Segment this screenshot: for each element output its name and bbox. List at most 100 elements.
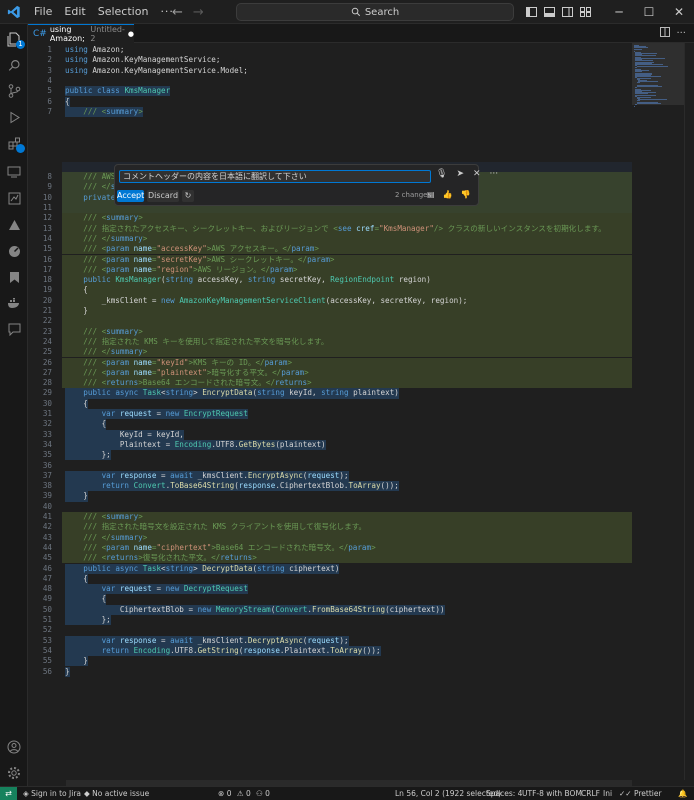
manage-gear-icon[interactable] <box>0 760 28 786</box>
menu-selection[interactable]: Selection <box>92 0 155 24</box>
code-line[interactable]: 31 var request = new EncryptRequest <box>28 409 632 420</box>
chat-more-icon[interactable]: ··· <box>490 169 499 179</box>
tab-untitled-2[interactable]: C# using Amazon; Untitled-2 ● <box>28 24 134 43</box>
split-editor-icon[interactable] <box>660 27 671 40</box>
send-icon[interactable]: ➤ <box>456 169 464 179</box>
code-line[interactable]: 47 { <box>28 573 632 585</box>
minimize-icon[interactable]: ─ <box>604 0 634 24</box>
toggle-secondary-sidebar-icon[interactable] <box>558 0 576 24</box>
command-center-search[interactable]: Search <box>236 3 514 21</box>
discard-button[interactable]: Discard <box>147 190 179 202</box>
notifications-bell-icon[interactable]: 🔔 <box>678 787 687 800</box>
code-line[interactable]: 21 } <box>28 306 632 316</box>
jira-issue[interactable]: ◆ No active issue <box>84 787 149 800</box>
code-line[interactable]: 29 public async Task<string> EncryptData… <box>28 388 632 399</box>
testing-icon[interactable] <box>0 185 28 211</box>
regenerate-icon[interactable]: ↻ <box>182 190 194 202</box>
code-editor[interactable]: 1 using Amazon; 2 using Amazon.KeyManagemen… <box>28 43 632 780</box>
explorer-icon[interactable]: 1 <box>0 26 28 52</box>
code-line[interactable]: 55 } <box>28 656 632 667</box>
close-window-icon[interactable]: ✕ <box>664 0 694 24</box>
code-line[interactable]: 51 }; <box>28 615 632 626</box>
code-line[interactable]: 39 } <box>28 491 632 502</box>
search-view-icon[interactable] <box>0 52 28 78</box>
code-line[interactable]: 2 using Amazon.KeyManagementService; <box>28 55 632 65</box>
code-line[interactable]: 4 <box>28 76 632 86</box>
inline-chat-input[interactable]: コメントヘッダーの内容を日本語に翻訳して下さい <box>119 170 431 183</box>
code-line[interactable]: 43 /// </summary> <box>28 533 632 543</box>
close-chat-icon[interactable]: ✕ <box>473 169 481 179</box>
vertical-scrollbar[interactable] <box>684 43 694 780</box>
accept-button[interactable]: Accept <box>117 190 144 202</box>
code-line[interactable]: 46 public async Task<string> DecryptData… <box>28 563 632 574</box>
code-line[interactable]: 3 using Amazon.KeyManagementService.Model… <box>28 66 632 76</box>
source-control-icon[interactable] <box>0 78 28 104</box>
microphone-icon[interactable]: 🎙 <box>436 169 447 179</box>
aws-toolkit-icon[interactable] <box>0 212 28 238</box>
menu-edit[interactable]: Edit <box>58 0 91 24</box>
code-line[interactable]: 24 /// 指定された KMS キーを使用して指定された平文を暗号化します。 <box>28 337 632 347</box>
unsaved-dot-icon[interactable]: ● <box>128 30 134 38</box>
toggle-panel-icon[interactable] <box>540 0 558 24</box>
prettier-status[interactable]: ✓✓ Prettier <box>619 787 662 800</box>
code-line[interactable]: 18 public KmsManager(string accessKey, s… <box>28 275 632 285</box>
code-line[interactable]: 38 return Convert.ToBase64String(respons… <box>28 481 632 492</box>
code-line[interactable]: 26 /// <param name="keyId">KMS キーの ID。</… <box>28 358 632 368</box>
code-line[interactable]: 44 /// <param name="ciphertext">Base64 エ… <box>28 543 632 553</box>
code-line[interactable]: 48 var request = new DecryptRequest <box>28 584 632 595</box>
code-line[interactable]: 28 /// <returns>Base64 エンコードされた暗号文。</ret… <box>28 378 632 388</box>
extensions-icon[interactable] <box>0 130 28 156</box>
code-line[interactable]: 14 /// </summary> <box>28 234 632 244</box>
code-line[interactable]: 56} <box>28 666 632 677</box>
code-line[interactable]: 30 { <box>28 398 632 409</box>
thumbs-down-icon[interactable]: 👎 <box>461 190 471 199</box>
problems-indicator[interactable]: ⊗ 0 ⚠ 0 <box>218 787 251 800</box>
remote-indicator-icon[interactable]: ⇄ <box>0 787 17 800</box>
code-line[interactable]: 32 { <box>28 419 632 430</box>
remote-explorer-icon[interactable] <box>0 159 28 185</box>
accounts-icon[interactable] <box>0 734 28 760</box>
code-line[interactable]: 34 Plaintext = Encoding.UTF8.GetBytes(pl… <box>28 439 632 451</box>
run-debug-icon[interactable] <box>0 104 28 130</box>
customize-layout-icon[interactable] <box>576 0 594 24</box>
more-actions-icon[interactable]: ··· <box>676 28 686 39</box>
encoding[interactable]: UTF-8 with BOM <box>522 787 582 800</box>
code-line[interactable]: 19 { <box>28 285 632 295</box>
code-line[interactable]: 17 /// <param name="region">AWS リージョン。</… <box>28 265 632 275</box>
code-line[interactable]: 25 /// </summary> <box>28 347 632 357</box>
menu-file[interactable]: File <box>28 0 58 24</box>
code-line[interactable]: 1 using Amazon; <box>28 45 632 55</box>
ports-indicator[interactable]: ⚇ 0 <box>256 787 270 800</box>
jira-sign-in[interactable]: ◈ Sign in to Jira <box>23 787 81 800</box>
code-line[interactable]: 13 /// 指定されたアクセスキー、シークレットキー、およびリージョンで <s… <box>28 224 632 234</box>
end-of-line[interactable]: CRLF <box>581 787 600 800</box>
indentation[interactable]: Spaces: 4 <box>486 787 522 800</box>
code-line[interactable]: 12 /// <summary> <box>28 213 632 223</box>
back-arrow-icon[interactable]: ← <box>172 5 183 20</box>
docker-icon[interactable] <box>0 290 28 316</box>
code-line[interactable]: 16 /// <param name="secretKey">AWS シークレッ… <box>28 255 632 265</box>
forward-arrow-icon[interactable]: → <box>193 5 204 20</box>
timeline-icon[interactable] <box>0 238 28 264</box>
minimap[interactable] <box>632 43 684 780</box>
code-line[interactable]: 15 /// <param name="accessKey">AWS アクセスキ… <box>28 244 632 254</box>
code-line[interactable]: 23 /// <summary> <box>28 327 632 337</box>
code-line[interactable]: 45 /// <returns>復号化された平文。</returns> <box>28 553 632 563</box>
code-line[interactable]: 37 var response = await _kmsClient.Encry… <box>28 470 632 482</box>
toggle-sidebar-icon[interactable] <box>522 0 540 24</box>
maximize-icon[interactable]: ☐ <box>634 0 664 24</box>
code-line[interactable]: 40 <box>28 502 632 512</box>
code-line[interactable]: 5 public class KmsManager <box>28 86 632 97</box>
thumbs-up-icon[interactable]: 👍 <box>443 190 453 199</box>
code-line[interactable]: 7 /// <summary> <box>28 106 632 118</box>
code-line[interactable]: 50 CiphertextBlob = new MemoryStream(Con… <box>28 604 632 615</box>
code-line[interactable]: 6{ <box>28 96 632 107</box>
code-line[interactable]: 42 /// 指定された暗号文を設定された KMS クライアントを使用して復号化… <box>28 522 632 532</box>
code-line[interactable]: 54 return Encoding.UTF8.GetString(respon… <box>28 645 632 657</box>
code-line[interactable]: 49 { <box>28 594 632 605</box>
code-line[interactable]: 20 _kmsClient = new AmazonKeyManagementS… <box>28 296 632 306</box>
code-line[interactable]: 41 /// <summary> <box>28 512 632 522</box>
code-line[interactable]: 36 <box>28 461 632 471</box>
code-line[interactable]: 35 }; <box>28 450 632 461</box>
code-line[interactable]: 53 var response = await _kmsClient.Decry… <box>28 635 632 646</box>
